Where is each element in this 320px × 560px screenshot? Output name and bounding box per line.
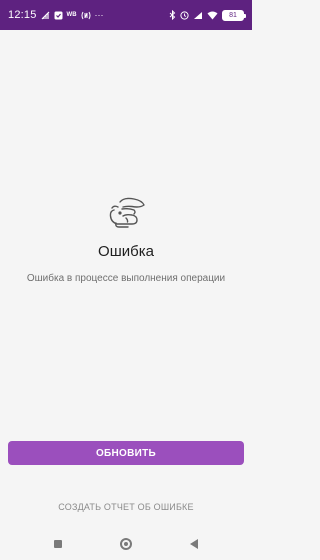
refresh-button[interactable]: ОБНОВИТЬ [8,441,244,465]
recent-apps-button[interactable] [48,534,68,554]
error-screen: Ошибка Ошибка в процессе выполнения опер… [0,30,252,464]
wb-icon: WB [66,12,77,18]
more-dots-icon: ··· [94,10,104,20]
error-title: Ошибка [98,243,154,260]
hare-illustration-icon [104,196,148,235]
signal-off-icon [41,11,50,20]
status-time: 12:15 [8,9,37,21]
system-navigation-bar [0,528,252,560]
status-bar: 12:15 WB ··· 81 [0,0,252,30]
status-right: 81 [169,9,246,21]
home-icon [120,538,132,550]
alarm-icon [180,10,189,20]
nfc-icon [81,11,91,20]
recent-apps-icon [54,540,62,548]
create-error-report-link[interactable]: СОЗДАТЬ ОТЧЕТ ОБ ОШИБКЕ [0,502,252,512]
status-left: 12:15 WB ··· [8,9,104,21]
battery-icon: 81 [222,9,246,21]
signal-icon [193,11,203,20]
back-icon [190,539,198,549]
home-button[interactable] [116,534,136,554]
bluetooth-icon [169,10,176,20]
back-button[interactable] [184,534,204,554]
wifi-icon [207,11,218,20]
notification-icon [54,11,63,20]
error-description: Ошибка в процессе выполнения операции [26,273,226,284]
